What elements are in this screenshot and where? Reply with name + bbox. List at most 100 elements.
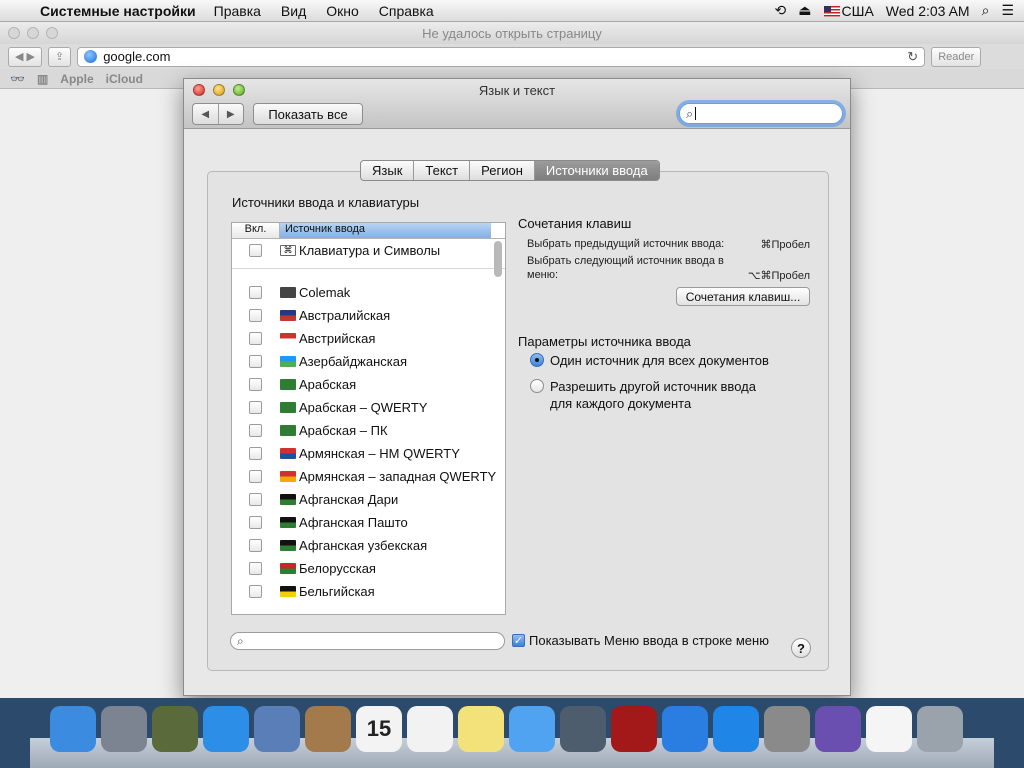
clock[interactable]: Wed 2:03 AM xyxy=(886,3,970,19)
show-all-button[interactable]: Показать все xyxy=(253,103,363,125)
list-item[interactable]: Афганская узбекская xyxy=(232,534,505,557)
dock: 15 xyxy=(0,698,1024,768)
checkbox[interactable] xyxy=(249,309,262,322)
checkbox[interactable] xyxy=(249,286,262,299)
tab-text[interactable]: Текст xyxy=(413,161,469,180)
checkbox[interactable] xyxy=(249,539,262,552)
reading-list-icon[interactable]: 👓 xyxy=(10,72,25,86)
list-item-label: Арабская – ПК xyxy=(299,423,388,438)
menu-app-name[interactable]: Системные настройки xyxy=(40,3,196,19)
checkbox[interactable] xyxy=(249,355,262,368)
radio-selected-icon xyxy=(530,353,544,367)
safari-close-button[interactable] xyxy=(8,27,20,39)
bookmark-apple[interactable]: Apple xyxy=(60,72,93,86)
reminders-icon[interactable] xyxy=(407,706,453,752)
reader-button[interactable]: Reader xyxy=(931,46,982,67)
list-item-label: Белорусская xyxy=(299,561,376,576)
share-button[interactable]: ⇪ xyxy=(47,46,72,67)
list-item[interactable]: Австрийская xyxy=(232,327,505,350)
list-item[interactable]: Арабская – QWERTY xyxy=(232,396,505,419)
list-header: Вкл. Источник ввода xyxy=(232,223,505,239)
list-item[interactable]: Армянская – HM QWERTY xyxy=(232,442,505,465)
list-item[interactable]: Арабская – ПК xyxy=(232,419,505,442)
list-item[interactable]: Афганская Пашто xyxy=(232,511,505,534)
list-item-label: Армянская – HM QWERTY xyxy=(299,446,460,461)
checkbox[interactable] xyxy=(249,332,262,345)
checkbox[interactable] xyxy=(249,493,262,506)
time-machine-icon[interactable]: ⟲ xyxy=(775,2,787,19)
facetime-icon[interactable] xyxy=(560,706,606,752)
safari-toolbar: ◀ ▶ ⇪ google.com ↻ Reader xyxy=(0,44,1024,69)
launchpad-icon[interactable] xyxy=(101,706,147,752)
list-item[interactable]: Афганская Дари xyxy=(232,488,505,511)
input-menu[interactable]: США xyxy=(823,3,874,19)
column-on[interactable]: Вкл. xyxy=(232,223,280,238)
menu-window[interactable]: Окно xyxy=(326,3,359,19)
help-button[interactable]: ? xyxy=(791,638,811,658)
shortcut-next-key: ⌥⌘Пробел xyxy=(747,270,810,282)
document-icon[interactable] xyxy=(866,706,912,752)
keyboard-shortcuts-button[interactable]: Сочетания клавиш... xyxy=(676,287,810,306)
safari-icon[interactable] xyxy=(203,706,249,752)
notification-center-icon[interactable]: ☰ xyxy=(1001,2,1014,19)
list-item[interactable]: Азербайджанская xyxy=(232,350,505,373)
checkbox[interactable] xyxy=(249,243,262,257)
mission-control-icon[interactable] xyxy=(152,706,198,752)
menu-help[interactable]: Справка xyxy=(379,3,434,19)
prefs-search-input[interactable]: ⌕ xyxy=(679,103,843,124)
system-preferences-icon[interactable] xyxy=(764,706,810,752)
mail-icon[interactable] xyxy=(254,706,300,752)
tab-input-sources[interactable]: Источники ввода xyxy=(533,161,659,180)
radio-per-document[interactable]: Разрешить другой источник ввода для каждо… xyxy=(530,378,756,412)
calendar-icon[interactable]: 15 xyxy=(356,706,402,752)
messages-icon[interactable] xyxy=(509,706,555,752)
checkbox[interactable] xyxy=(249,424,262,437)
menu-view[interactable]: Вид xyxy=(281,3,306,19)
contacts-icon[interactable] xyxy=(305,706,351,752)
eject-icon[interactable]: ⏏ xyxy=(798,2,811,19)
checkbox[interactable] xyxy=(249,562,262,575)
show-input-menu-checkbox[interactable]: ✓ Показывать Меню ввода в строке меню xyxy=(512,633,769,648)
checkbox[interactable] xyxy=(249,401,262,414)
list-item[interactable]: Бельгийская xyxy=(232,580,505,603)
safari-zoom-button[interactable] xyxy=(46,27,58,39)
back-forward-control: ◀ ▶ xyxy=(192,103,244,125)
spotlight-icon[interactable]: ⌕ xyxy=(982,2,990,19)
list-item[interactable]: Белорусская xyxy=(232,557,505,580)
tab-language[interactable]: Язык xyxy=(361,161,413,180)
checkbox[interactable] xyxy=(249,470,262,483)
notes-icon[interactable] xyxy=(458,706,504,752)
checkbox[interactable] xyxy=(249,378,262,391)
finder-icon[interactable] xyxy=(50,706,96,752)
list-item-keyboard-symbols[interactable]: ⌘ Клавиатура и Символы xyxy=(232,239,505,261)
arabic-crescent-icon xyxy=(280,379,296,390)
bookmark-icloud[interactable]: iCloud xyxy=(106,72,143,86)
input-sources-list[interactable]: Вкл. Источник ввода ⌘ Клавиатура и Симво… xyxy=(231,222,506,615)
safari-minimize-button[interactable] xyxy=(27,27,39,39)
top-sites-icon[interactable]: ▥ xyxy=(37,72,48,86)
sources-search-input[interactable]: ⌕ xyxy=(230,632,505,650)
tab-region[interactable]: Регион xyxy=(469,161,534,180)
back-button[interactable]: ◀ xyxy=(193,104,218,124)
list-item[interactable]: Австралийская xyxy=(232,304,505,327)
radio-one-source[interactable]: Один источник для всех документов xyxy=(530,352,769,369)
checkbox[interactable] xyxy=(249,516,262,529)
forward-button[interactable]: ▶ xyxy=(217,104,244,124)
list-item[interactable]: Colemak xyxy=(232,281,505,304)
wizard-icon[interactable] xyxy=(815,706,861,752)
list-scrollbar[interactable] xyxy=(494,241,502,277)
list-item[interactable]: Армянская – западная QWERTY xyxy=(232,465,505,488)
back-forward-buttons[interactable]: ◀ ▶ xyxy=(8,46,42,67)
address-bar[interactable]: google.com ↻ xyxy=(77,46,926,67)
trash-icon[interactable] xyxy=(917,706,963,752)
reload-icon[interactable]: ↻ xyxy=(907,49,918,65)
checkbox[interactable] xyxy=(249,447,262,460)
list-item-label: Австрийская xyxy=(299,331,376,346)
checkbox[interactable] xyxy=(249,585,262,598)
column-source[interactable]: Источник ввода xyxy=(280,223,491,238)
photo-booth-icon[interactable] xyxy=(611,706,657,752)
list-item[interactable]: Арабская xyxy=(232,373,505,396)
itunes-icon[interactable] xyxy=(662,706,708,752)
menu-edit[interactable]: Правка xyxy=(214,3,261,19)
app-store-icon[interactable] xyxy=(713,706,759,752)
